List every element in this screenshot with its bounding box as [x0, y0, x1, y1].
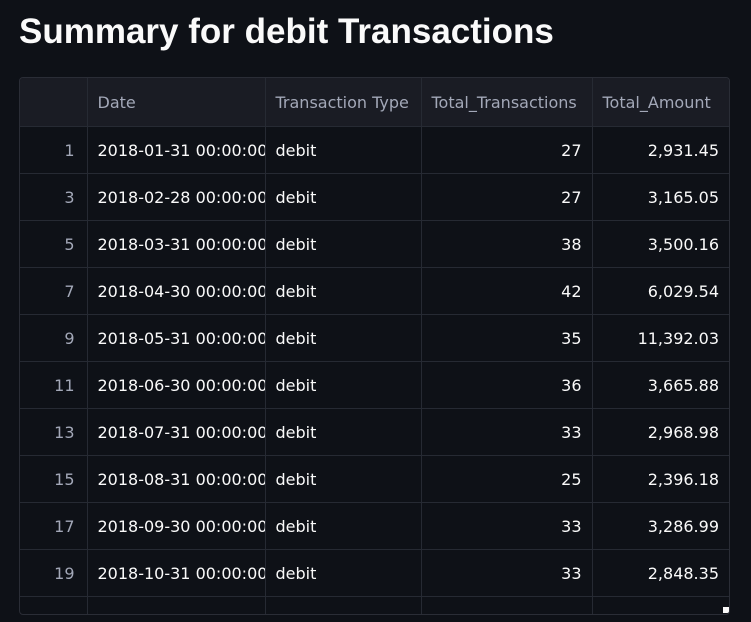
row-index-cell: 13 [20, 408, 88, 456]
column-header-total-amount[interactable]: Total_Amount [592, 78, 729, 127]
table-row[interactable]: 1 2018-01-31 00:00:00 debit 27 2,931.45 [20, 126, 729, 174]
total-amount-cell[interactable]: 6,029.54 [592, 267, 729, 315]
date-cell[interactable]: 2018-01-31 00:00:00 [87, 126, 266, 174]
row-index-cell: 5 [20, 220, 88, 268]
date-cell[interactable]: 2018-06-30 00:00:00 [87, 361, 266, 409]
total-amount-cell[interactable]: 3,286.99 [592, 502, 729, 550]
data-table[interactable]: Date Transaction Type Total_Transactions… [20, 78, 729, 614]
column-header-date[interactable]: Date [87, 78, 266, 127]
row-index-cell: 11 [20, 361, 88, 409]
date-cell[interactable]: 2018-07-31 00:00:00 [87, 408, 266, 456]
row-index-cell: 7 [20, 267, 88, 315]
date-cell[interactable]: 2018-08-31 00:00:00 [87, 455, 266, 503]
row-index-cell: 3 [20, 173, 88, 221]
table-header-row: Date Transaction Type Total_Transactions… [20, 78, 729, 127]
column-header-index[interactable] [20, 78, 88, 127]
data-table-frame[interactable]: Date Transaction Type Total_Transactions… [19, 77, 730, 615]
total-transactions-cell[interactable]: 27 [421, 126, 593, 174]
total-transactions-cell[interactable]: 27 [421, 173, 593, 221]
date-cell[interactable]: 2018-09-30 00:00:00 [87, 502, 266, 550]
table-row[interactable]: 15 2018-08-31 00:00:00 debit 25 2,396.18 [20, 455, 729, 503]
transaction-type-cell[interactable]: debit [265, 408, 422, 456]
table-row[interactable]: 7 2018-04-30 00:00:00 debit 42 6,029.54 [20, 267, 729, 315]
table-row-partial [20, 596, 729, 614]
row-index-cell: 9 [20, 314, 88, 362]
date-cell [87, 596, 266, 614]
table-row[interactable]: 9 2018-05-31 00:00:00 debit 35 11,392.03 [20, 314, 729, 362]
total-transactions-cell[interactable]: 25 [421, 455, 593, 503]
table-row[interactable]: 3 2018-02-28 00:00:00 debit 27 3,165.05 [20, 173, 729, 221]
transaction-type-cell[interactable]: debit [265, 220, 422, 268]
table-row[interactable]: 17 2018-09-30 00:00:00 debit 33 3,286.99 [20, 502, 729, 550]
total-transactions-cell[interactable]: 38 [421, 220, 593, 268]
table-row[interactable]: 5 2018-03-31 00:00:00 debit 38 3,500.16 [20, 220, 729, 268]
total-amount-cell[interactable]: 11,392.03 [592, 314, 729, 362]
total-transactions-cell[interactable]: 42 [421, 267, 593, 315]
date-cell[interactable]: 2018-10-31 00:00:00 [87, 549, 266, 597]
transaction-type-cell [265, 596, 422, 614]
transaction-type-cell[interactable]: debit [265, 173, 422, 221]
date-cell[interactable]: 2018-05-31 00:00:00 [87, 314, 266, 362]
total-transactions-cell[interactable]: 35 [421, 314, 593, 362]
transaction-type-cell[interactable]: debit [265, 455, 422, 503]
date-cell[interactable]: 2018-03-31 00:00:00 [87, 220, 266, 268]
total-transactions-cell[interactable]: 33 [421, 549, 593, 597]
total-transactions-cell[interactable]: 33 [421, 408, 593, 456]
row-index-cell: 1 [20, 126, 88, 174]
total-amount-cell[interactable]: 3,500.16 [592, 220, 729, 268]
date-cell[interactable]: 2018-02-28 00:00:00 [87, 173, 266, 221]
transaction-type-cell[interactable]: debit [265, 361, 422, 409]
total-amount-cell [592, 596, 729, 614]
total-amount-cell[interactable]: 3,165.05 [592, 173, 729, 221]
total-transactions-cell[interactable]: 36 [421, 361, 593, 409]
total-transactions-cell[interactable]: 33 [421, 502, 593, 550]
row-index-cell: 19 [20, 549, 88, 597]
row-index-cell [20, 596, 88, 614]
transaction-type-cell[interactable]: debit [265, 549, 422, 597]
table-resize-handle[interactable] [723, 607, 729, 613]
transaction-type-cell[interactable]: debit [265, 314, 422, 362]
column-header-total-transactions[interactable]: Total_Transactions [421, 78, 593, 127]
page-title: Summary for debit Transactions [19, 12, 554, 51]
transaction-type-cell[interactable]: debit [265, 126, 422, 174]
table-row[interactable]: 11 2018-06-30 00:00:00 debit 36 3,665.88 [20, 361, 729, 409]
transaction-type-cell[interactable]: debit [265, 267, 422, 315]
total-amount-cell[interactable]: 2,931.45 [592, 126, 729, 174]
table-row[interactable]: 13 2018-07-31 00:00:00 debit 33 2,968.98 [20, 408, 729, 456]
total-amount-cell[interactable]: 2,968.98 [592, 408, 729, 456]
row-index-cell: 15 [20, 455, 88, 503]
date-cell[interactable]: 2018-04-30 00:00:00 [87, 267, 266, 315]
total-amount-cell[interactable]: 2,396.18 [592, 455, 729, 503]
transaction-type-cell[interactable]: debit [265, 502, 422, 550]
row-index-cell: 17 [20, 502, 88, 550]
table-row[interactable]: 19 2018-10-31 00:00:00 debit 33 2,848.35 [20, 549, 729, 597]
total-transactions-cell [421, 596, 593, 614]
column-header-transaction-type[interactable]: Transaction Type [265, 78, 422, 127]
total-amount-cell[interactable]: 2,848.35 [592, 549, 729, 597]
total-amount-cell[interactable]: 3,665.88 [592, 361, 729, 409]
page: Summary for debit Transactions Date Tran… [0, 0, 751, 622]
